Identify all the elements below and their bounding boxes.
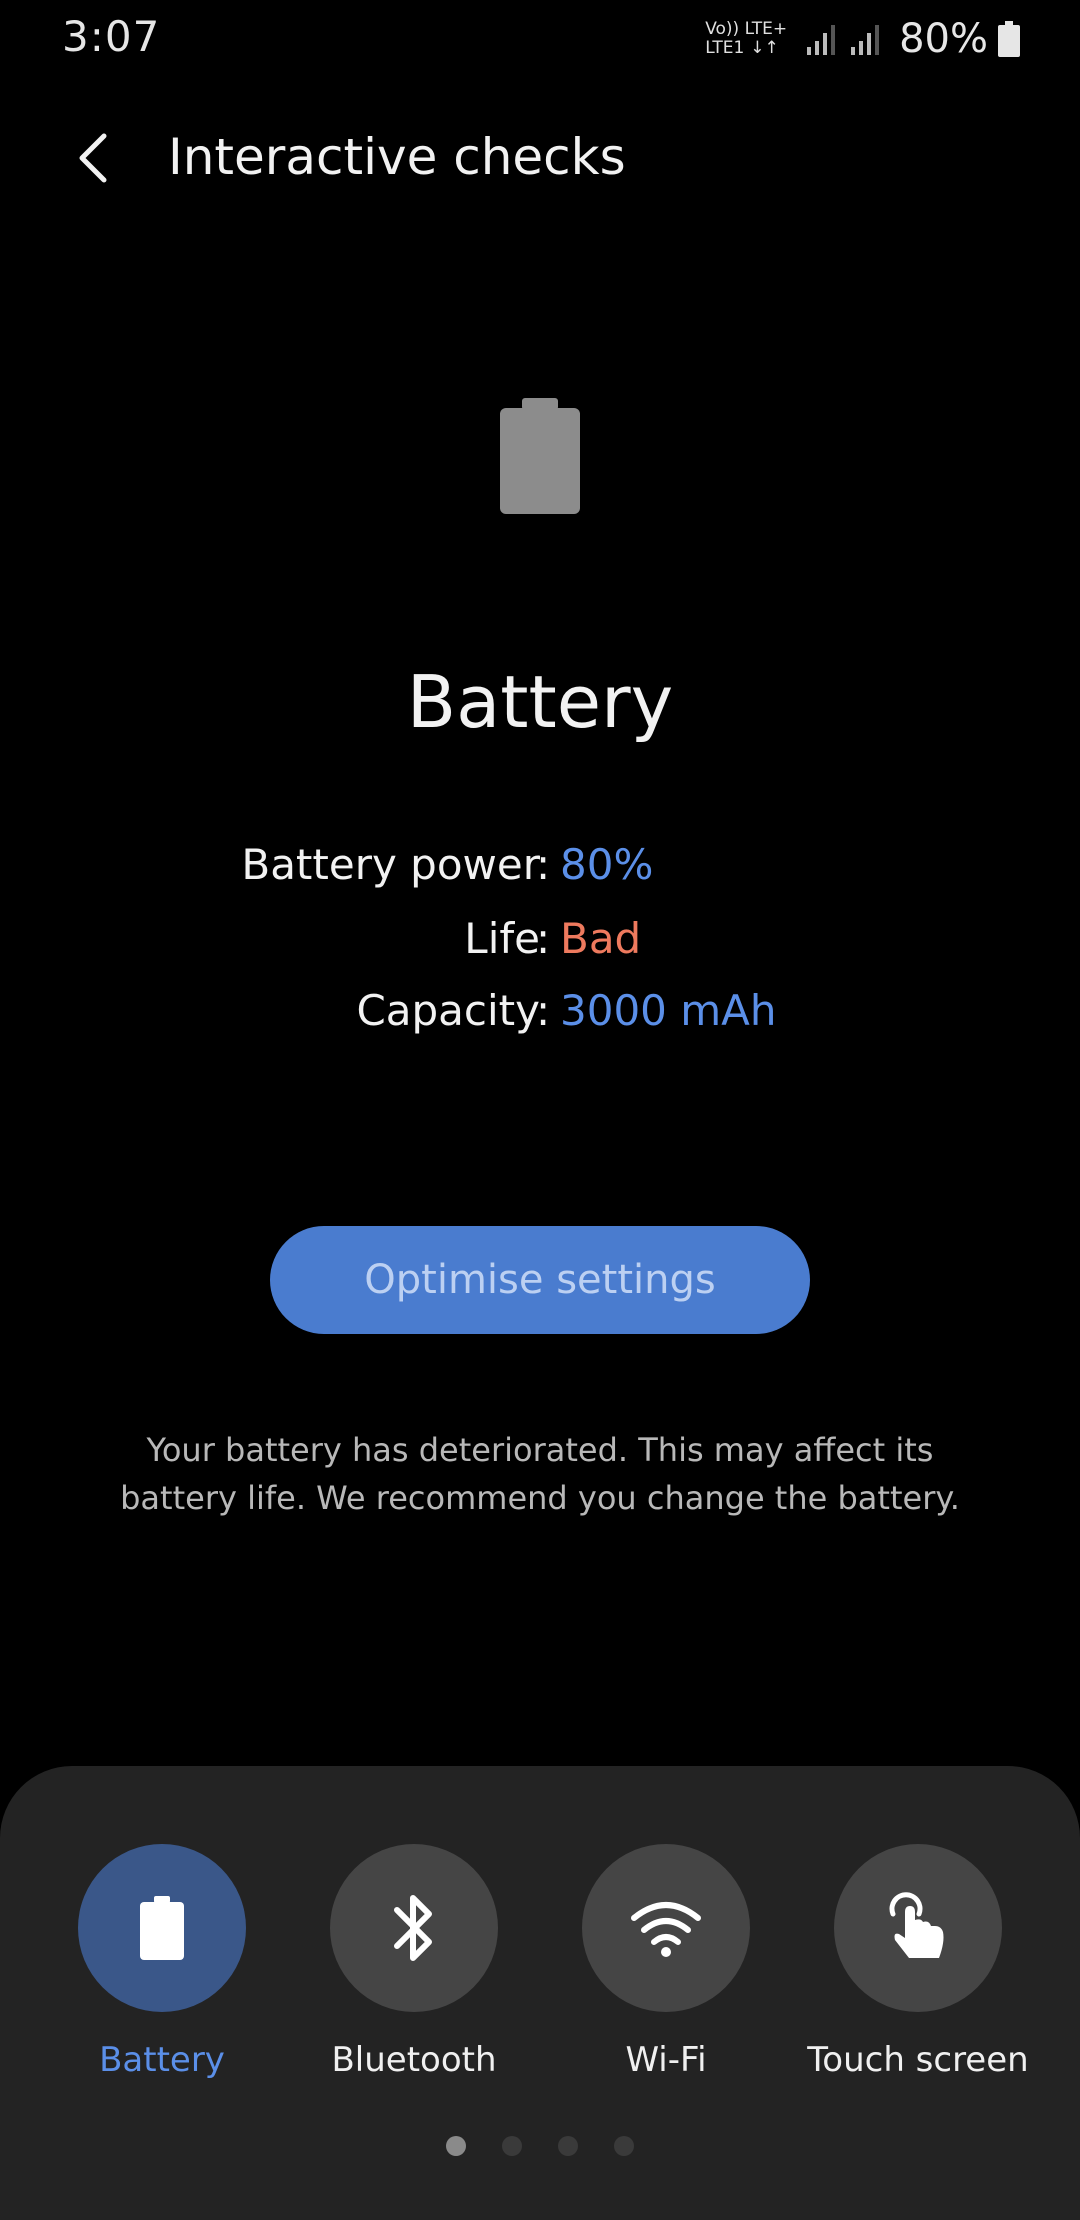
- info-value: 3000 mAh: [560, 986, 777, 1035]
- check-button-bluetooth[interactable]: [330, 1844, 498, 2012]
- check-button-touch-screen[interactable]: [834, 1844, 1002, 2012]
- network-indicator: Vo)) LTE+ LTE1 ↓↑: [705, 20, 787, 58]
- info-colon: :: [536, 840, 551, 889]
- info-value: 80%: [560, 840, 654, 889]
- chevron-left-icon: [79, 133, 107, 183]
- checks-panel: Battery Bluetooth Wi-Fi Touch screen: [0, 1766, 1080, 2220]
- info-value: Bad: [560, 914, 642, 963]
- data-arrows-icon: ↓↑: [750, 38, 779, 58]
- check-label: Battery: [99, 2040, 225, 2080]
- check-item-wifi[interactable]: Wi-Fi: [541, 1844, 791, 2080]
- page-title: Interactive checks: [168, 128, 626, 186]
- status-indicators: Vo)) LTE+ LTE1 ↓↑ 80%: [705, 14, 1020, 64]
- info-label: Capacity: [356, 986, 540, 1035]
- check-label: Bluetooth: [331, 2040, 497, 2080]
- status-time: 3:07: [62, 12, 161, 61]
- signal-icon-2: [851, 25, 880, 55]
- page-dot[interactable]: [502, 2136, 522, 2156]
- info-row-life: Life : Bad: [0, 914, 1080, 974]
- bluetooth-icon: [394, 1895, 432, 1961]
- page-indicator: [0, 2136, 1080, 2156]
- check-button-wifi[interactable]: [582, 1844, 750, 2012]
- check-label: Wi-Fi: [625, 2040, 707, 2080]
- info-colon: :: [536, 914, 551, 963]
- info-label: Life: [464, 914, 540, 963]
- check-item-bluetooth[interactable]: Bluetooth: [289, 1844, 539, 2080]
- battery-icon: [500, 398, 580, 514]
- battery-icon: [998, 21, 1020, 57]
- battery-message: Your battery has deteriorated. This may …: [120, 1431, 960, 1517]
- app-header: Interactive checks: [0, 110, 1080, 210]
- page-dot[interactable]: [446, 2136, 466, 2156]
- info-row-capacity: Capacity : 3000 mAh: [0, 986, 1080, 1046]
- section-title: Battery: [406, 660, 674, 744]
- info-row-battery-power: Battery power : 80%: [0, 840, 1080, 900]
- status-bar: 3:07 Vo)) LTE+ LTE1 ↓↑ 80%: [0, 0, 1080, 80]
- page-dot[interactable]: [558, 2136, 578, 2156]
- check-label: Touch screen: [807, 2040, 1029, 2080]
- info-label: Battery power: [241, 840, 540, 889]
- network-bottom-label: LTE1: [705, 38, 745, 58]
- back-button[interactable]: [62, 126, 126, 190]
- wifi-icon: [631, 1902, 701, 1957]
- network-top-label: Vo)) LTE+: [705, 19, 788, 39]
- info-colon: :: [536, 986, 551, 1035]
- page-dot[interactable]: [614, 2136, 634, 2156]
- check-item-touch-screen[interactable]: Touch screen: [793, 1844, 1043, 2080]
- battery-icon: [140, 1896, 184, 1960]
- touch-icon: [889, 1892, 944, 1958]
- check-item-battery[interactable]: Battery: [37, 1844, 287, 2080]
- optimise-settings-button[interactable]: Optimise settings: [270, 1226, 810, 1334]
- signal-icon: [807, 25, 836, 55]
- battery-percent: 80%: [899, 16, 988, 62]
- check-button-battery[interactable]: [78, 1844, 246, 2012]
